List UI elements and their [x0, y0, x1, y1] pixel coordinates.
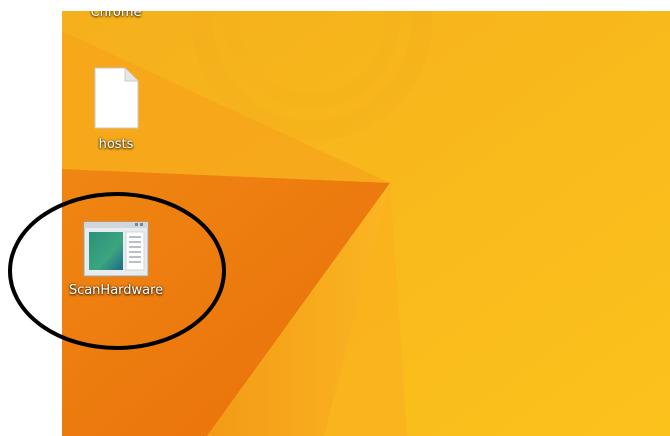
desktop-icon-label: hosts [98, 137, 134, 152]
desktop-icon-label: ScanHardware [68, 283, 164, 298]
desktop-icon-chrome[interactable]: Chrome [68, 11, 164, 21]
desktop[interactable]: Chrome hosts ScanHardware [62, 11, 670, 436]
desktop-icon-hosts[interactable]: hosts [68, 67, 164, 153]
desktop-icon-scanhardware[interactable]: ScanHardware [62, 221, 172, 299]
app-window-icon [83, 221, 149, 277]
screenshot: Chrome hosts ScanHardware [0, 0, 670, 436]
blank-file-icon [94, 67, 139, 129]
desktop-icon-label: Chrome [90, 11, 142, 20]
